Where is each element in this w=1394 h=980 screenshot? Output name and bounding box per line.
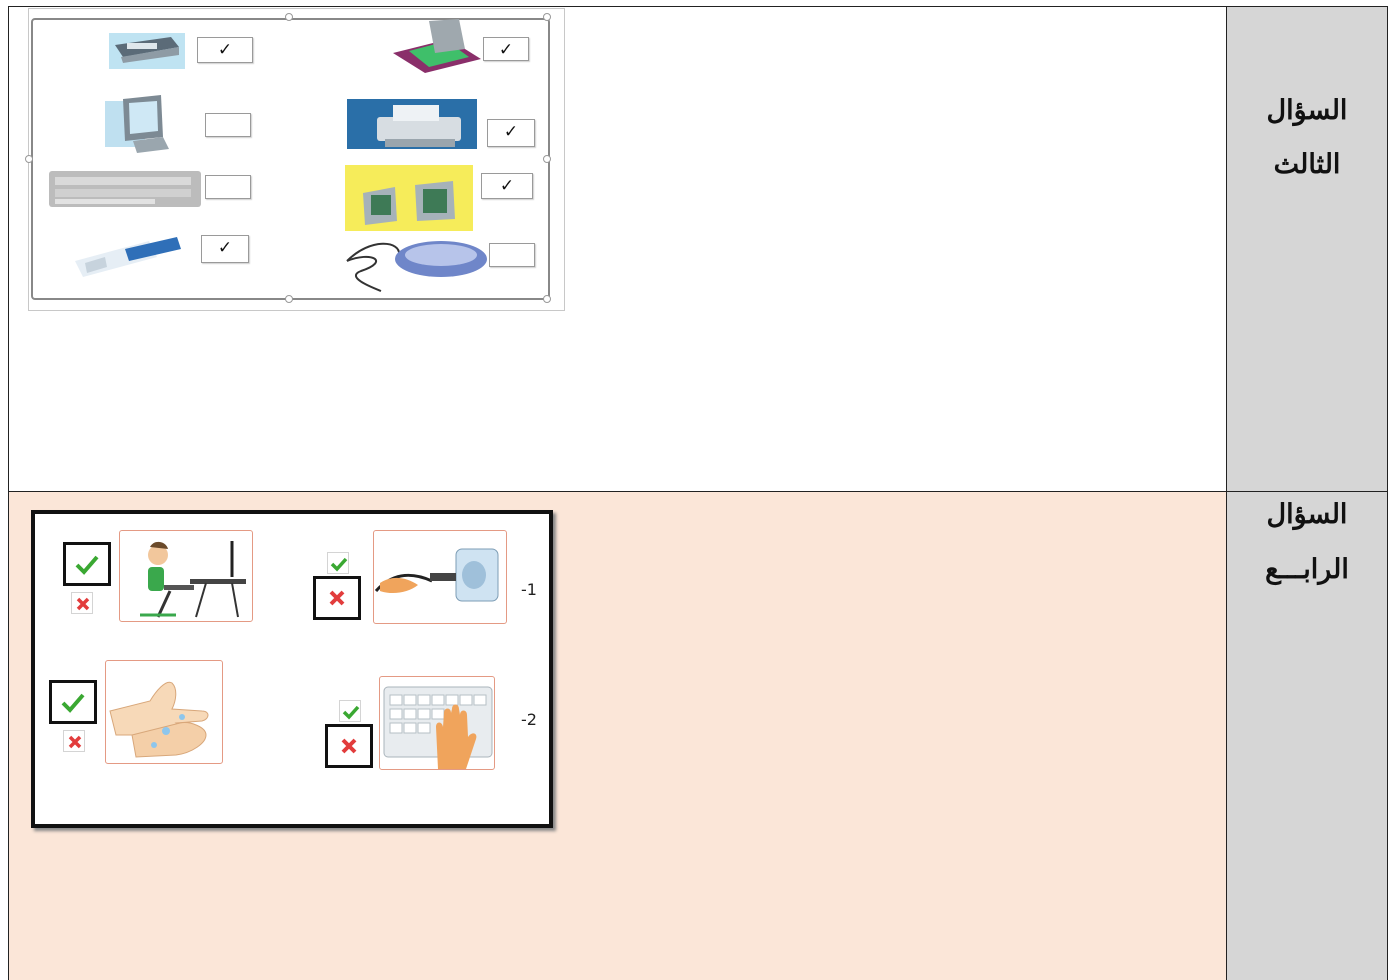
check-icon <box>75 555 99 575</box>
resize-handle[interactable] <box>543 295 551 303</box>
selected-answer-box[interactable] <box>63 542 111 586</box>
mouse-icon <box>346 241 487 292</box>
cross-icon <box>329 590 345 606</box>
check-icon <box>61 693 85 713</box>
selected-answer-box[interactable] <box>313 576 361 620</box>
monitor-icon <box>105 95 169 153</box>
posture-image <box>140 541 246 618</box>
question-4-label-cell: السؤال الرابـــع <box>1227 492 1387 980</box>
resize-handle[interactable] <box>285 295 293 303</box>
questions-table: ✓ ✓ ✓ ✓ ✓ السؤال الثالث -1 -2 السؤال الر… <box>8 6 1388 980</box>
check-box[interactable] <box>489 243 535 267</box>
check-icon <box>342 705 360 720</box>
hands-card <box>105 660 223 764</box>
check-icon <box>330 557 348 572</box>
resize-handle[interactable] <box>285 13 293 21</box>
question-3-label-cell: السؤال الثالث <box>1227 7 1387 491</box>
item-number: -2 <box>521 710 537 729</box>
plug-socket-card <box>373 530 507 624</box>
check-box[interactable]: ✓ <box>481 173 533 199</box>
printer-icon <box>347 99 477 149</box>
resize-handle[interactable] <box>543 13 551 21</box>
question-label: السؤال <box>1266 95 1348 126</box>
resize-handle[interactable] <box>25 155 33 163</box>
safety-picture[interactable]: -1 -2 <box>31 510 553 828</box>
check-box[interactable] <box>205 113 251 137</box>
wrong-mark[interactable] <box>63 730 85 752</box>
keyboard-icon <box>49 171 201 207</box>
keyboard-card <box>379 676 495 770</box>
resize-handle[interactable] <box>543 155 551 163</box>
check-box[interactable]: ✓ <box>487 119 535 147</box>
cross-icon <box>68 735 82 749</box>
question-3-content: ✓ ✓ ✓ ✓ ✓ <box>9 7 1227 491</box>
right-mark[interactable] <box>327 552 349 574</box>
item-number: -1 <box>521 580 537 599</box>
question-number: الرابـــع <box>1265 554 1349 585</box>
scanner-icon <box>109 33 185 69</box>
hands-image <box>109 681 209 758</box>
check-box[interactable]: ✓ <box>201 235 249 263</box>
plug-socket-image <box>374 548 499 602</box>
worksheet-page: ✓ ✓ ✓ ✓ ✓ السؤال الثالث -1 -2 السؤال الر… <box>0 0 1394 980</box>
selected-answer-box[interactable] <box>49 680 97 724</box>
cross-icon <box>76 597 90 611</box>
cross-icon <box>341 738 357 754</box>
question-4-row: -1 -2 السؤال الرابـــع <box>9 492 1387 980</box>
selected-answer-box[interactable] <box>325 724 373 768</box>
right-mark[interactable] <box>339 700 361 722</box>
usb-flash-icon <box>75 237 181 277</box>
question-3-row: ✓ ✓ ✓ ✓ ✓ السؤال الثالث <box>9 7 1387 492</box>
check-box[interactable]: ✓ <box>483 37 529 61</box>
wrong-mark[interactable] <box>71 592 93 614</box>
check-box[interactable]: ✓ <box>197 37 253 63</box>
question-4-content: -1 -2 <box>9 492 1227 980</box>
check-box[interactable] <box>205 175 251 199</box>
flatbed-scanner-icon <box>393 19 481 73</box>
question-label: السؤال <box>1266 499 1348 530</box>
keyboard-hands-image <box>383 686 493 769</box>
posture-card <box>119 530 253 622</box>
question-number: الثالث <box>1273 149 1341 180</box>
computers-icon <box>345 165 473 231</box>
devices-picture[interactable]: ✓ ✓ ✓ ✓ ✓ <box>25 8 565 311</box>
